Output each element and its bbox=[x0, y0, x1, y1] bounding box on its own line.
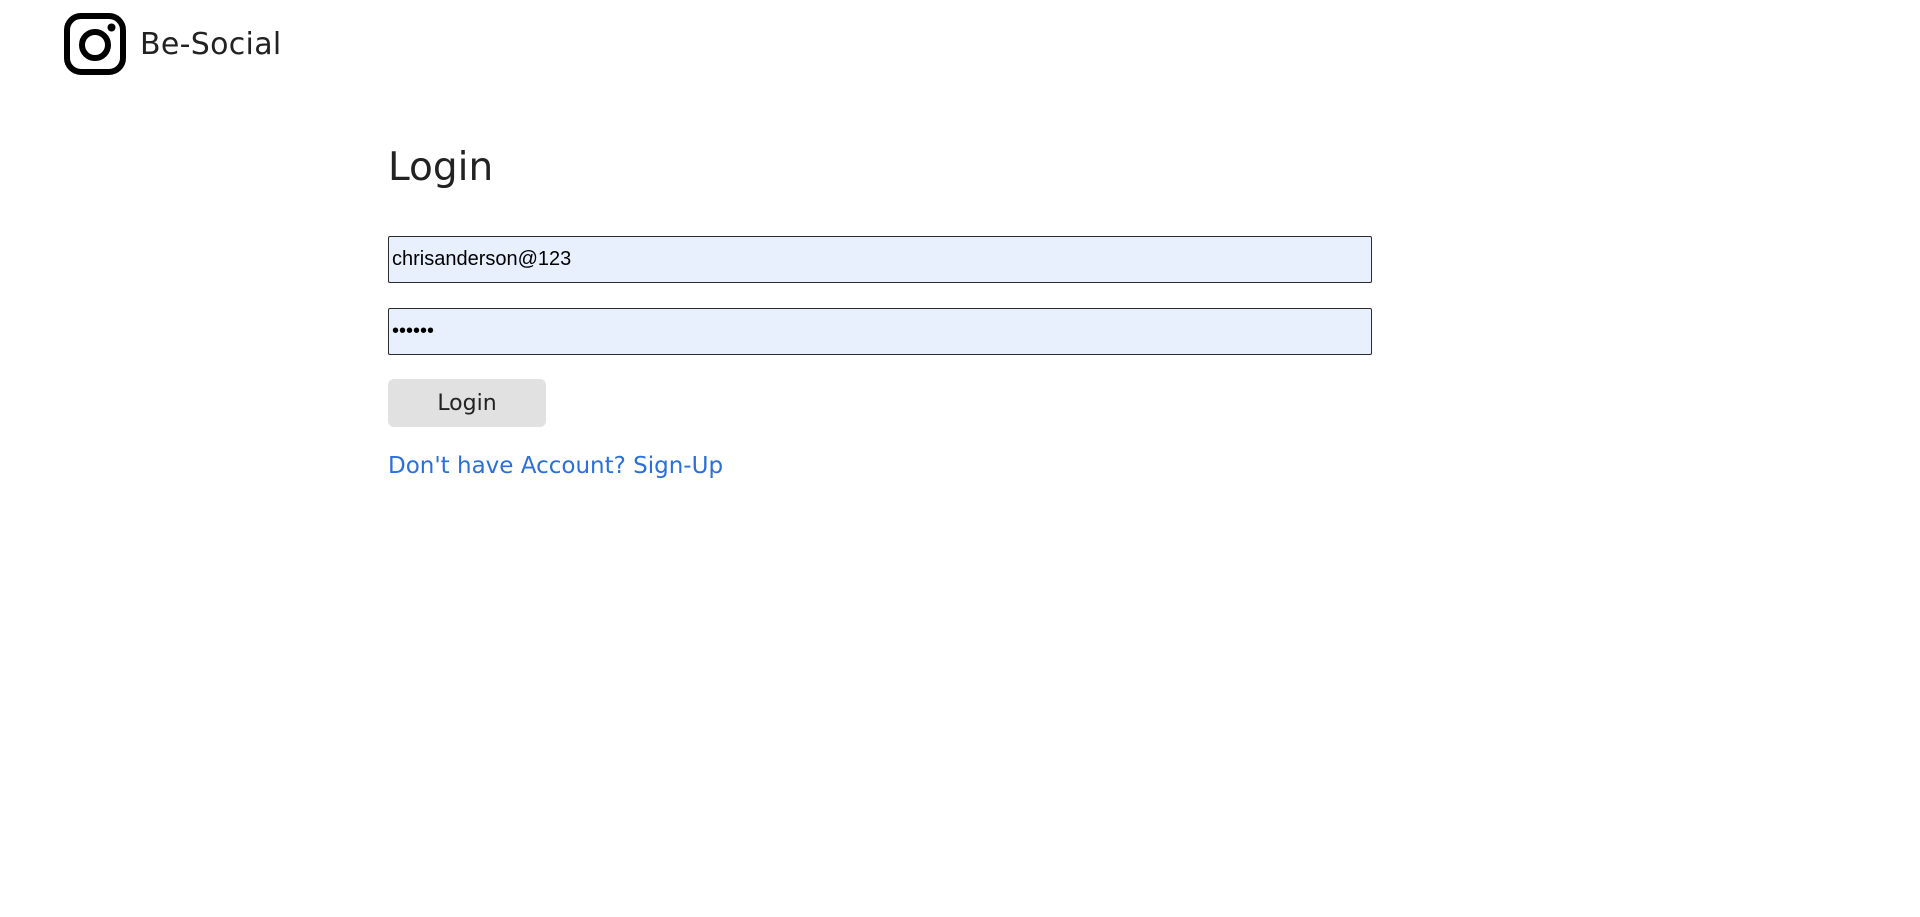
instagram-camera-icon[interactable] bbox=[63, 12, 127, 76]
email-field[interactable] bbox=[388, 236, 1372, 283]
login-page: Be-Social Login Login Don't have Account… bbox=[0, 0, 1920, 917]
brand-name[interactable]: Be-Social bbox=[140, 27, 282, 62]
login-button[interactable]: Login bbox=[388, 379, 546, 427]
brand-header: Be-Social bbox=[63, 12, 282, 76]
signup-link[interactable]: Don't have Account? Sign-Up bbox=[388, 453, 723, 479]
password-field[interactable] bbox=[388, 308, 1372, 355]
login-form: Login Login Don't have Account? Sign-Up bbox=[388, 140, 1374, 479]
page-title: Login bbox=[388, 145, 494, 190]
